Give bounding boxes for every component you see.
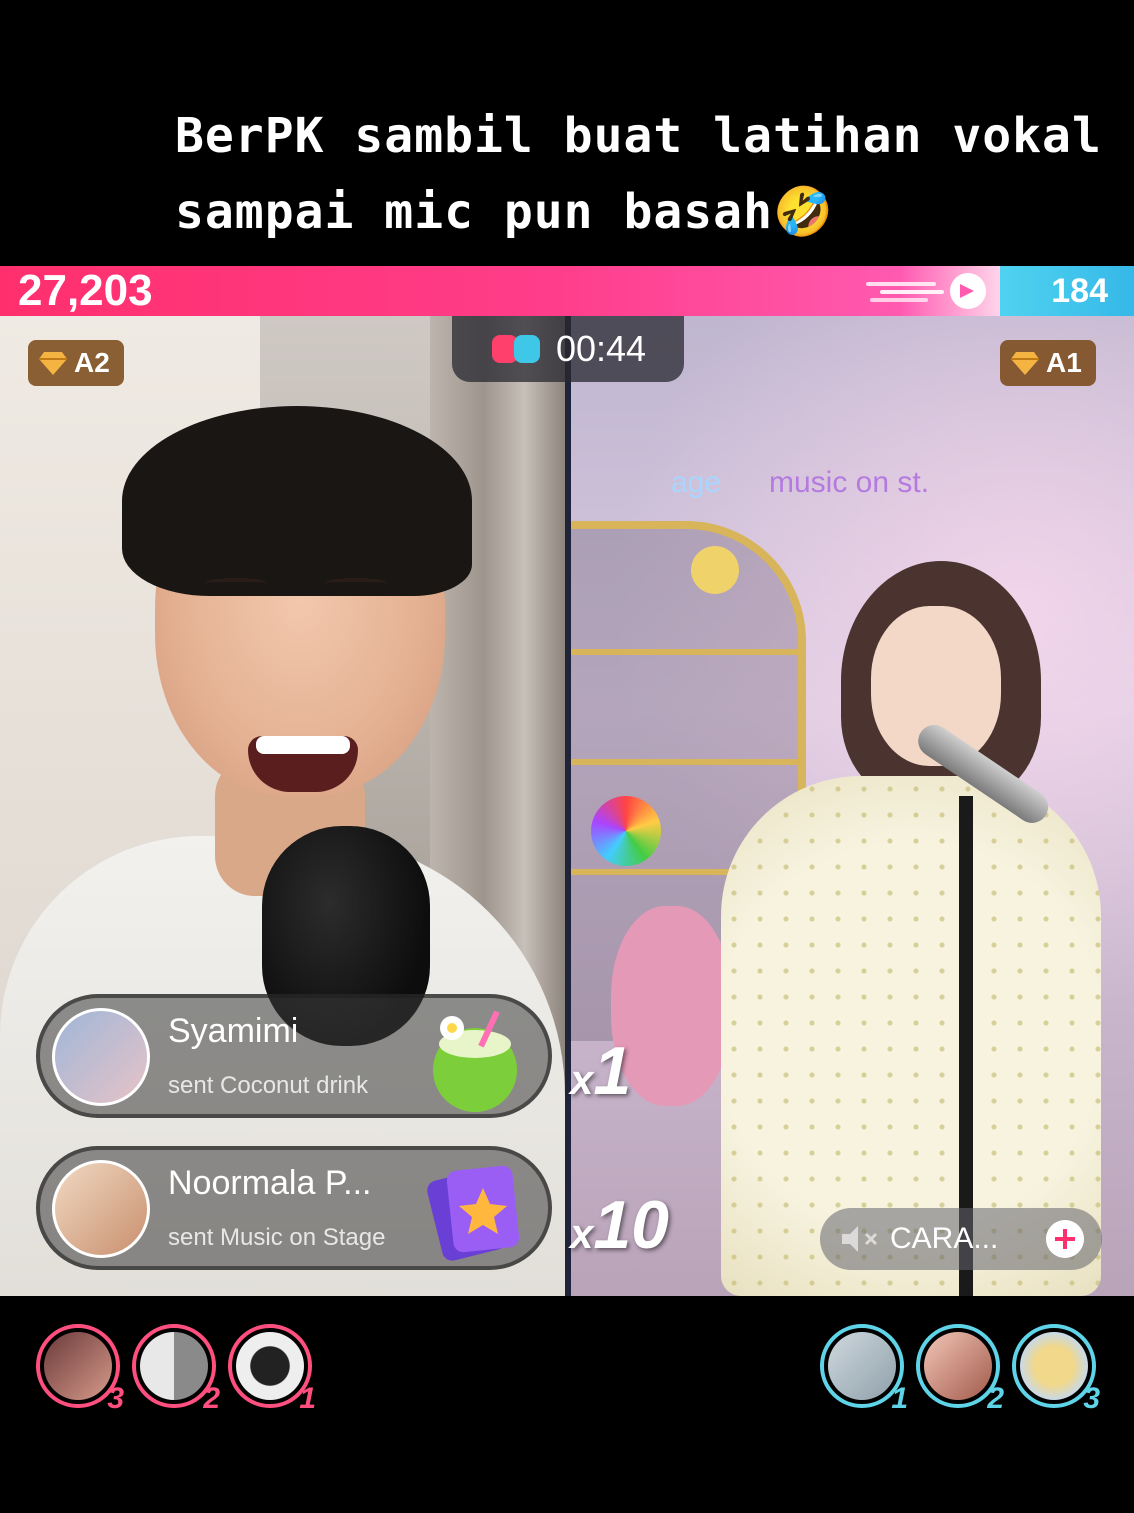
avatar xyxy=(828,1332,896,1400)
gift-combo-2: x10 xyxy=(570,1187,669,1263)
left-rank-label: A2 xyxy=(74,347,110,378)
shelf-row xyxy=(571,759,801,765)
pk-timer: 00:44 xyxy=(452,316,684,382)
timer-value: 00:44 xyxy=(555,328,647,369)
stage-overlay-text-2: music on st. xyxy=(769,466,930,499)
avatar xyxy=(44,1332,112,1400)
speaker-muted-icon[interactable] xyxy=(840,1223,880,1255)
host-eye-right xyxy=(325,578,387,588)
diamond-icon xyxy=(39,352,67,375)
left-score-fill: 27,203 xyxy=(0,266,1000,316)
caption-line-2: sampai mic pun basah🤣 xyxy=(175,184,834,240)
supporter-rank: 2 xyxy=(203,1382,220,1415)
left-supporter-avatar[interactable]: 2 xyxy=(132,1324,220,1415)
shelf-row xyxy=(571,649,801,655)
caption-line-1: BerPK sambil buat latihan vokal xyxy=(175,108,1102,164)
gift-sender-name: Syamimi xyxy=(168,1012,299,1050)
pk-score-bar: 27,203 184 xyxy=(0,266,1134,316)
gift-sender-name: Noormala P... xyxy=(168,1164,372,1202)
gift-description: sent Music on Stage xyxy=(168,1224,386,1251)
right-host-video[interactable]: age music on st. xyxy=(571,316,1134,1296)
avatar xyxy=(1020,1332,1088,1400)
stage-overlay-text-1: age xyxy=(671,466,722,499)
avatar xyxy=(236,1332,304,1400)
diamond-icon xyxy=(1011,352,1039,375)
right-supporter-avatar[interactable]: 1 xyxy=(820,1324,908,1415)
supporter-rank: 1 xyxy=(891,1382,908,1415)
left-supporter-avatar[interactable]: 1 xyxy=(228,1324,316,1415)
supporter-rank: 2 xyxy=(987,1382,1004,1415)
host-hair xyxy=(122,406,472,596)
song-selector[interactable]: CARA... xyxy=(820,1208,1102,1270)
avatar xyxy=(140,1332,208,1400)
gift-description: sent Coconut drink xyxy=(168,1072,369,1099)
right-rank-badge[interactable]: A1 xyxy=(1000,340,1096,386)
avatar[interactable] xyxy=(52,1160,150,1258)
streak-icon xyxy=(866,273,986,309)
right-supporter-avatar[interactable]: 3 xyxy=(1012,1324,1100,1415)
right-rank-label: A1 xyxy=(1046,347,1082,378)
left-supporter-avatar[interactable]: 3 xyxy=(36,1324,124,1415)
song-label: CARA... xyxy=(890,1222,999,1255)
host-eye-left xyxy=(205,578,267,588)
right-supporter-avatar[interactable]: 2 xyxy=(916,1324,1004,1415)
pk-fist-icon xyxy=(491,335,540,363)
shelf-toy xyxy=(691,546,739,594)
supporter-rank: 1 xyxy=(299,1382,316,1415)
right-score-fill: 184 xyxy=(1000,266,1134,316)
video-caption: BerPK sambil buat latihan vokal sampai m… xyxy=(175,98,1102,250)
left-score: 27,203 xyxy=(18,266,153,315)
left-rank-badge[interactable]: A2 xyxy=(28,340,124,386)
supporter-rank: 3 xyxy=(107,1382,124,1415)
right-score: 184 xyxy=(1051,272,1108,310)
supporter-rank: 3 xyxy=(1083,1382,1100,1415)
avatar xyxy=(924,1332,992,1400)
avatar[interactable] xyxy=(52,1008,150,1106)
gift-notification: Syamimi sent Coconut drink xyxy=(36,994,552,1118)
coconut-drink-icon xyxy=(433,1010,517,1112)
gift-combo-1: x1 xyxy=(570,1033,632,1109)
shelf-disc xyxy=(591,796,661,866)
plus-icon[interactable] xyxy=(1046,1220,1084,1258)
music-on-stage-ticket-icon xyxy=(427,1165,520,1261)
host-teeth xyxy=(256,736,350,754)
gift-notification: Noormala P... sent Music on Stage xyxy=(36,1146,552,1270)
